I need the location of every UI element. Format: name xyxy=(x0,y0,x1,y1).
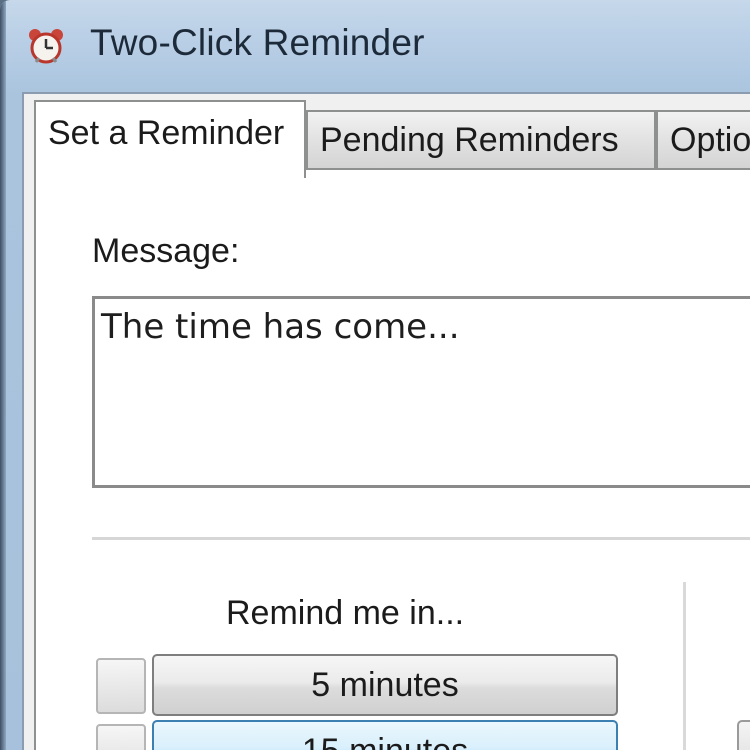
right-column-control[interactable] xyxy=(737,720,750,750)
row-toggle-15-minutes[interactable] xyxy=(96,724,146,750)
alarm-clock-icon xyxy=(26,26,66,66)
tab-options[interactable]: Options xyxy=(656,110,750,168)
section-divider xyxy=(92,537,750,541)
tab-pending-reminders[interactable]: Pending Reminders xyxy=(306,110,656,168)
client-area: Set a Reminder Pending Reminders Options… xyxy=(22,92,750,750)
tab-set-a-reminder[interactable]: Set a Reminder xyxy=(34,100,306,178)
app-window: Two-Click Reminder Set a Reminder Pendin… xyxy=(0,0,750,750)
window-title: Two-Click Reminder xyxy=(90,22,425,63)
tab-strip: Set a Reminder Pending Reminders Options xyxy=(34,100,750,178)
remind-5-minutes-button[interactable]: 5 minutes xyxy=(152,654,618,716)
message-label: Message: xyxy=(92,232,240,270)
row-toggle-5-minutes[interactable] xyxy=(96,658,146,714)
message-field[interactable]: The time has come... xyxy=(92,296,750,488)
column-divider xyxy=(683,582,686,750)
title-bar[interactable]: Two-Click Reminder xyxy=(0,0,750,92)
remind-me-in-label: Remind me in... xyxy=(226,594,465,632)
tab-panel-set-a-reminder: Message: The time has come... Remind me … xyxy=(34,168,750,750)
remind-15-minutes-button[interactable]: 15 minutes xyxy=(152,720,618,750)
